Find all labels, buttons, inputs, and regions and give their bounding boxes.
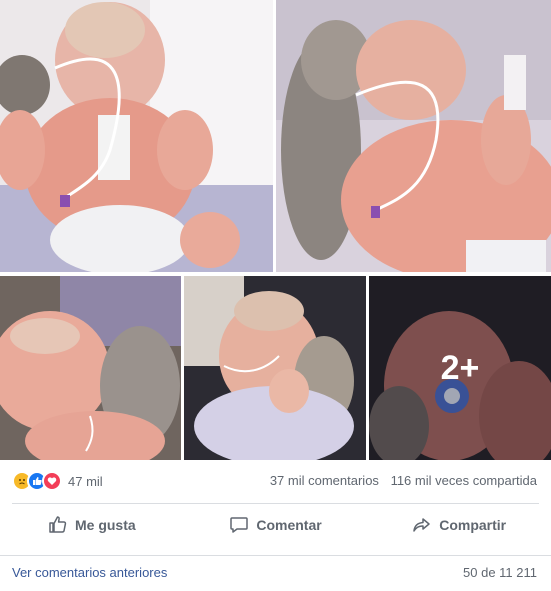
- like-label: Me gusta: [74, 517, 136, 533]
- more-photos-overlay[interactable]: 2+: [369, 276, 551, 460]
- share-button[interactable]: Compartir: [367, 506, 551, 544]
- share-icon: [413, 518, 430, 532]
- comments-header: Ver comentarios anteriores 50 de 11 211: [0, 555, 551, 591]
- view-previous-comments-link[interactable]: Ver comentarios anteriores: [12, 565, 167, 580]
- photo-5[interactable]: 2+: [369, 276, 551, 460]
- comment-button[interactable]: Comentar: [184, 506, 368, 544]
- photo-2[interactable]: [276, 0, 551, 272]
- comment-label: Comentar: [256, 517, 322, 533]
- photo-4[interactable]: [184, 276, 366, 460]
- post-stats: 47 mil 37 mil comentarios 116 mil veces …: [0, 466, 551, 496]
- share-label: Compartir: [439, 517, 507, 533]
- thumbs-up-icon: [49, 516, 67, 533]
- comments-pager: 50 de 11 211: [463, 565, 537, 580]
- share-count[interactable]: 116 mil veces compartida: [391, 473, 537, 488]
- love-reaction-icon: [42, 471, 62, 491]
- photo-grid: 2+: [0, 0, 551, 460]
- photo-3[interactable]: [0, 276, 181, 460]
- photo-1[interactable]: [0, 0, 273, 272]
- action-bar: Me gusta Comentar Compartir: [0, 506, 551, 544]
- reactions-summary[interactable]: 47 mil: [12, 471, 103, 491]
- engagement-counts: 37 mil comentarios 116 mil veces compart…: [270, 473, 537, 488]
- comment-icon: [230, 517, 249, 533]
- comment-count[interactable]: 37 mil comentarios: [270, 473, 379, 488]
- reaction-count[interactable]: 47 mil: [68, 474, 103, 489]
- like-button[interactable]: Me gusta: [0, 506, 184, 544]
- divider: [12, 503, 539, 504]
